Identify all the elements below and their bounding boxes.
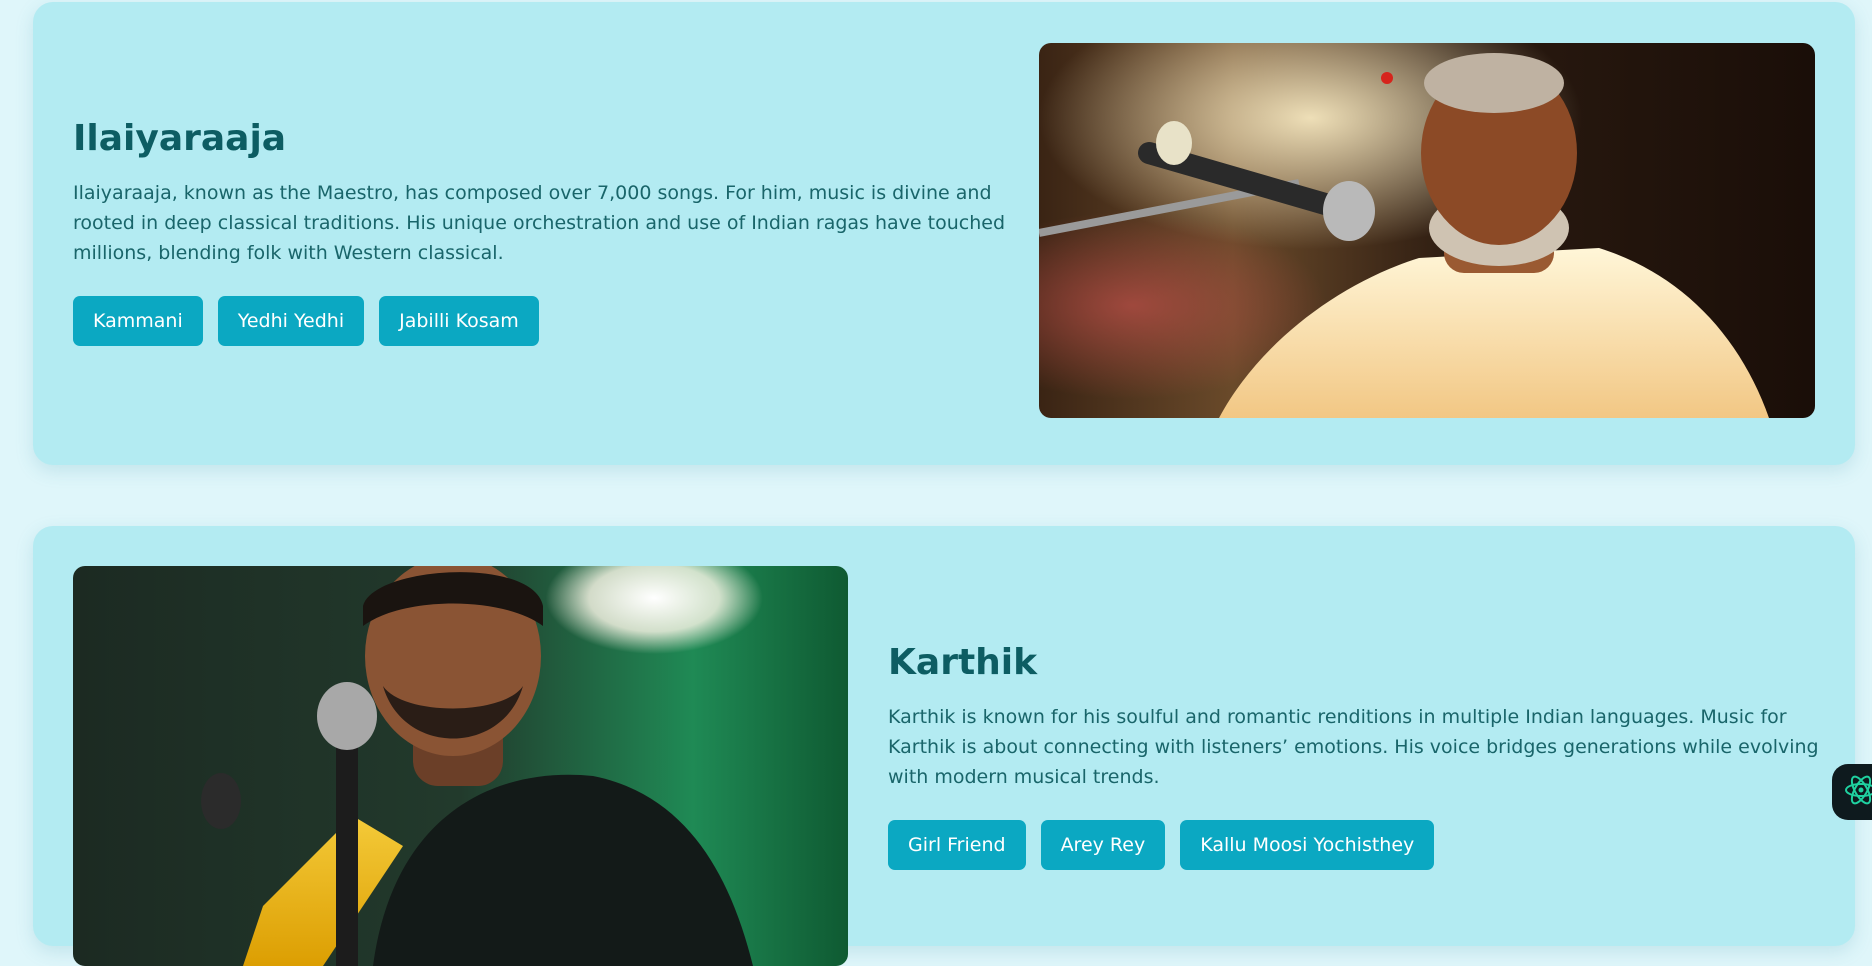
song-button-girl-friend[interactable]: Girl Friend: [888, 820, 1026, 870]
artist-name: Ilaiyaraaja: [73, 118, 287, 159]
assistant-widget-button[interactable]: [1832, 764, 1872, 820]
singer-on-stage-image: [73, 566, 848, 966]
artist-description: Karthik is known for his soulful and rom…: [888, 706, 1819, 788]
artist-photo-ilaiyaraaja: [1039, 43, 1815, 418]
artist-name: Karthik: [888, 642, 1038, 683]
song-button-yedhi-yedhi[interactable]: Yedhi Yedhi: [217, 296, 365, 346]
song-button-kammani[interactable]: Kammani: [73, 296, 203, 346]
artist-card-ilaiyaraaja: Ilaiyaraaja Ilaiyaraaja, known as the Ma…: [33, 2, 1855, 465]
song-button-kallu-moosi-yochisthey[interactable]: Kallu Moosi Yochisthey: [1180, 820, 1435, 870]
song-list: Girl Friend Arey Rey Kallu Moosi Yochist…: [888, 820, 1848, 870]
song-list: Kammani Yedhi Yedhi Jabilli Kosam: [73, 296, 1023, 346]
singer-at-microphone-image: [1039, 43, 1815, 418]
artist-card-karthik: Karthik Karthik is known for his soulful…: [33, 526, 1855, 966]
artist-photo-karthik: [73, 566, 848, 966]
atom-icon: [1844, 773, 1872, 811]
artist-info: Karthik Karthik is known for his soulful…: [888, 636, 1848, 870]
song-button-jabilli-kosam[interactable]: Jabilli Kosam: [379, 296, 539, 346]
song-button-arey-rey[interactable]: Arey Rey: [1040, 820, 1166, 870]
artist-info: Ilaiyaraaja Ilaiyaraaja, known as the Ma…: [73, 112, 1023, 346]
artist-description: Ilaiyaraaja, known as the Maestro, has c…: [73, 182, 1006, 264]
